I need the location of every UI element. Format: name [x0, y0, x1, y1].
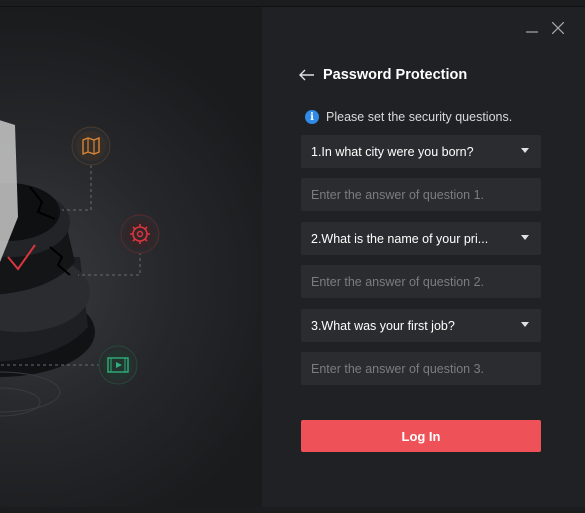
chevron-down-icon	[521, 148, 529, 153]
info-icon: i	[305, 110, 319, 124]
app-window: Password Protection i Please set the sec…	[0, 6, 585, 507]
question-1-selected: 1.In what city were you born?	[311, 144, 474, 159]
notice-text: Please set the security questions.	[326, 110, 513, 124]
map-icon	[71, 126, 111, 166]
instruction-notice: i Please set the security questions.	[305, 110, 512, 124]
close-icon	[552, 22, 564, 34]
answer-3-input[interactable]	[311, 361, 541, 376]
panel-header: Password Protection	[298, 66, 467, 84]
answer-2-field[interactable]	[301, 265, 541, 298]
answer-1-field[interactable]	[301, 178, 541, 211]
arrow-left-icon	[299, 69, 314, 81]
video-icon	[98, 345, 138, 385]
minimize-icon	[526, 31, 538, 33]
minimize-button[interactable]	[524, 20, 540, 36]
chevron-down-icon	[521, 235, 529, 240]
login-button[interactable]: Log In	[301, 420, 541, 452]
question-2-selected: 2.What is the name of your pri...	[311, 231, 489, 246]
gear-icon	[120, 214, 160, 254]
question-3-selected: 3.What was your first job?	[311, 318, 455, 333]
answer-2-input[interactable]	[311, 274, 541, 289]
answer-1-input[interactable]	[311, 187, 541, 202]
security-illustration	[0, 7, 262, 507]
answer-3-field[interactable]	[301, 352, 541, 385]
question-2-select[interactable]: 2.What is the name of your pri...	[301, 222, 541, 255]
security-questions-panel: Password Protection i Please set the sec…	[262, 7, 585, 507]
close-button[interactable]	[550, 20, 566, 36]
illustration-graphic	[0, 120, 160, 417]
question-3-select[interactable]: 3.What was your first job?	[301, 309, 541, 342]
chevron-down-icon	[521, 322, 529, 327]
back-button[interactable]	[298, 66, 316, 84]
question-1-select[interactable]: 1.In what city were you born?	[301, 135, 541, 168]
page-title: Password Protection	[323, 67, 468, 83]
